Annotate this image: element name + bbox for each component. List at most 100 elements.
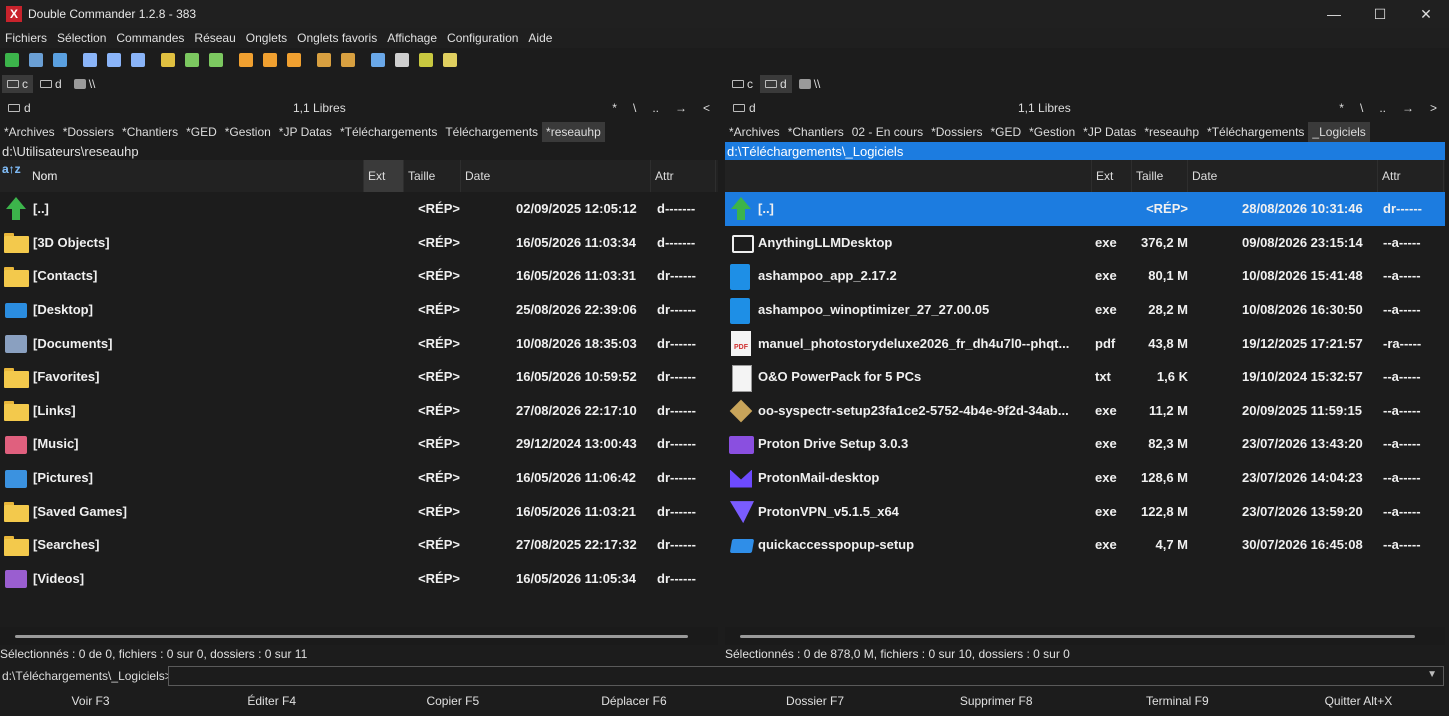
tab-t-l-chargements[interactable]: Téléchargements — [441, 122, 542, 142]
file-row[interactable]: oo-syspectr-setup23fa1ce2-5752-4b4e-9f2d… — [725, 394, 1445, 428]
tab-archives[interactable]: *Archives — [0, 122, 59, 142]
file-row[interactable]: [Music] <RÉP> 29/12/2024 13:00:43 dr------ — [0, 427, 718, 461]
chevron-down-icon[interactable]: ▼ — [1427, 669, 1437, 680]
tab-chantiers[interactable]: *Chantiers — [118, 122, 182, 142]
file-row[interactable]: ashampoo_app_2.17.2 exe 80,1 M 10/08/2026 1… — [725, 259, 1445, 293]
current-path[interactable]: d:\Téléchargements\_Logiciels — [725, 142, 1445, 160]
unselect-button[interactable] — [260, 50, 280, 70]
menu-aide[interactable]: Aide — [523, 31, 557, 45]
tab-logiciels[interactable]: _Logiciels — [1308, 122, 1370, 142]
fkey-dossier-f7-button[interactable]: Dossier F7 — [725, 694, 906, 708]
tab-jp-datas[interactable]: *JP Datas — [1079, 122, 1140, 142]
scrollbar-thumb[interactable] — [740, 635, 1415, 638]
column-ext[interactable]: Ext — [1092, 160, 1132, 192]
invert-select-button[interactable] — [284, 50, 304, 70]
full-view-button[interactable] — [104, 50, 124, 70]
file-row[interactable]: [..] <RÉP> 02/09/2025 12:05:12 d------- — [0, 192, 718, 226]
unpack-button[interactable] — [338, 50, 358, 70]
nav-button-2[interactable]: .. — [1379, 101, 1386, 115]
swap-panels-button[interactable] — [158, 50, 178, 70]
menu-s-lection[interactable]: Sélection — [52, 31, 111, 45]
tab-dossiers[interactable]: *Dossiers — [927, 122, 986, 142]
horizontal-scrollbar[interactable] — [0, 627, 718, 645]
file-row[interactable]: manuel_photostorydeluxe2026_fr_dh4u7l0--… — [725, 326, 1445, 360]
fkey-supprimer-f8-button[interactable]: Supprimer F8 — [906, 694, 1087, 708]
tab-t-l-chargements[interactable]: *Téléchargements — [1203, 122, 1308, 142]
drive-button-item[interactable]: \\ — [794, 75, 826, 93]
nav-button-1[interactable]: \ — [1360, 101, 1363, 115]
search-button[interactable] — [392, 50, 412, 70]
file-row[interactable]: AnythingLLMDesktop exe 376,2 M 09/08/2026 2… — [725, 226, 1445, 260]
tab-02-en-cours[interactable]: 02 - En cours — [848, 122, 927, 142]
menu-r-seau[interactable]: Réseau — [189, 31, 240, 45]
drive-button-item[interactable]: \\ — [69, 75, 101, 93]
menu-configuration[interactable]: Configuration — [442, 31, 523, 45]
column-name[interactable]: a↑z Nom — [0, 160, 1092, 192]
tab-ged[interactable]: *GED — [986, 122, 1025, 142]
file-row[interactable]: quickaccesspopup-setup exe 4,7 M 30/07/2026… — [725, 528, 1445, 562]
nav-button-3[interactable]: → — [1402, 101, 1414, 115]
fkey-quitter-alt-x-button[interactable]: Quitter Alt+X — [1268, 694, 1449, 708]
file-row[interactable]: [Desktop] <RÉP> 25/08/2026 22:39:06 dr-----… — [0, 293, 718, 327]
copy-left-button[interactable] — [182, 50, 202, 70]
file-row[interactable]: [Saved Games] <RÉP> 16/05/2026 11:03:21 dr-… — [0, 494, 718, 528]
multi-rename-button[interactable] — [416, 50, 436, 70]
nav-button-3[interactable]: → — [675, 101, 687, 115]
current-path[interactable]: d:\Utilisateurs\reseauhp — [0, 142, 718, 160]
command-input[interactable]: ▼ — [168, 666, 1444, 686]
tab-gestion[interactable]: *Gestion — [1025, 122, 1079, 142]
horizontal-scrollbar[interactable] — [725, 627, 1445, 645]
file-row[interactable]: ashampoo_winoptimizer_27_27.00.05 exe 28,2… — [725, 293, 1445, 327]
drive-button-c[interactable]: c — [727, 75, 758, 93]
fkey-terminal-f9-button[interactable]: Terminal F9 — [1087, 694, 1268, 708]
file-row[interactable]: O&O PowerPack for 5 PCs txt 1,6 K 19/10/202… — [725, 360, 1445, 394]
right-panel[interactable]: c d \\ d 1,1 Libres * \.. → > *Archives *Chantiers… — [2, 72, 1445, 645]
copy-right-button[interactable] — [206, 50, 226, 70]
close-button[interactable]: ✕ — [1403, 0, 1449, 28]
column-attr[interactable]: Attr — [1378, 160, 1444, 192]
column-size[interactable]: Taille — [1132, 160, 1188, 192]
drive-name[interactable]: d — [8, 101, 31, 115]
file-row[interactable]: [Contacts] <RÉP> 16/05/2026 11:03:31 dr----… — [0, 259, 718, 293]
left-panel[interactable]: c d \\ d 1,1 Libres * \.. → < *Archives *Dossiers *… — [0, 72, 718, 645]
tab-dossiers[interactable]: *Dossiers — [59, 122, 118, 142]
column-date[interactable]: Date — [1188, 160, 1378, 192]
file-row[interactable]: [3D Objects] <RÉP> 16/05/2026 11:03:34 d---… — [0, 226, 718, 260]
nav-button-1[interactable]: \ — [633, 101, 636, 115]
nav-button-4[interactable]: < — [703, 101, 710, 115]
nav-button-0[interactable]: * — [1339, 101, 1344, 115]
fkey-d-placer-f6-button[interactable]: Déplacer F6 — [543, 694, 724, 708]
tab-reseauhp[interactable]: *reseauhp — [1140, 122, 1203, 142]
fkey-voir-f3-button[interactable]: Voir F3 — [0, 694, 181, 708]
tab-t-l-chargements[interactable]: *Téléchargements — [336, 122, 441, 142]
options-button[interactable] — [50, 50, 70, 70]
file-row[interactable]: [Searches] <RÉP> 27/08/2025 22:17:32 dr----… — [0, 528, 718, 562]
menu-commandes[interactable]: Commandes — [111, 31, 189, 45]
file-row[interactable]: [Documents] <RÉP> 10/08/2026 18:35:03 dr---… — [0, 326, 718, 360]
minimize-button[interactable]: — — [1311, 0, 1357, 28]
fkey-copier-f5-button[interactable]: Copier F5 — [362, 694, 543, 708]
tab-gestion[interactable]: *Gestion — [221, 122, 275, 142]
nav-button-2[interactable]: .. — [652, 101, 659, 115]
file-row[interactable]: [Pictures] <RÉP> 16/05/2026 11:06:42 dr----… — [0, 461, 718, 495]
file-row[interactable]: [Videos] <RÉP> 16/05/2026 11:05:34 dr------ — [0, 562, 718, 596]
file-row[interactable]: [Links] <RÉP> 27/08/2026 22:17:10 dr------ — [0, 394, 718, 428]
select-button[interactable] — [236, 50, 256, 70]
menu-onglets-favoris[interactable]: Onglets favoris — [292, 31, 382, 45]
nav-button-4[interactable]: > — [1430, 101, 1437, 115]
menu-affichage[interactable]: Affichage — [382, 31, 442, 45]
file-row[interactable]: ProtonMail-desktop exe 128,6 M 23/07/2026 1… — [725, 461, 1445, 495]
file-row[interactable]: [..] <RÉP> 28/08/2026 10:31:46 dr------ — [725, 192, 1445, 226]
sync-dirs-button[interactable] — [368, 50, 388, 70]
pack-button[interactable] — [314, 50, 334, 70]
tab-jp-datas[interactable]: *JP Datas — [275, 122, 336, 142]
refresh-button[interactable] — [2, 50, 22, 70]
file-row[interactable]: ProtonVPN_v5.1.5_x64 exe 122,8 M 23/07/2026… — [725, 494, 1445, 528]
maximize-button[interactable]: ☐ — [1357, 0, 1403, 28]
terminal-button[interactable] — [26, 50, 46, 70]
file-row[interactable]: Proton Drive Setup 3.0.3 exe 82,3 M 23/07/2… — [725, 427, 1445, 461]
fkey-diter-f4-button[interactable]: Éditer F4 — [181, 694, 362, 708]
menu-onglets[interactable]: Onglets — [241, 31, 292, 45]
drive-button-d[interactable]: d — [760, 75, 792, 93]
file-row[interactable]: [Favorites] <RÉP> 16/05/2026 10:59:52 dr---… — [0, 360, 718, 394]
